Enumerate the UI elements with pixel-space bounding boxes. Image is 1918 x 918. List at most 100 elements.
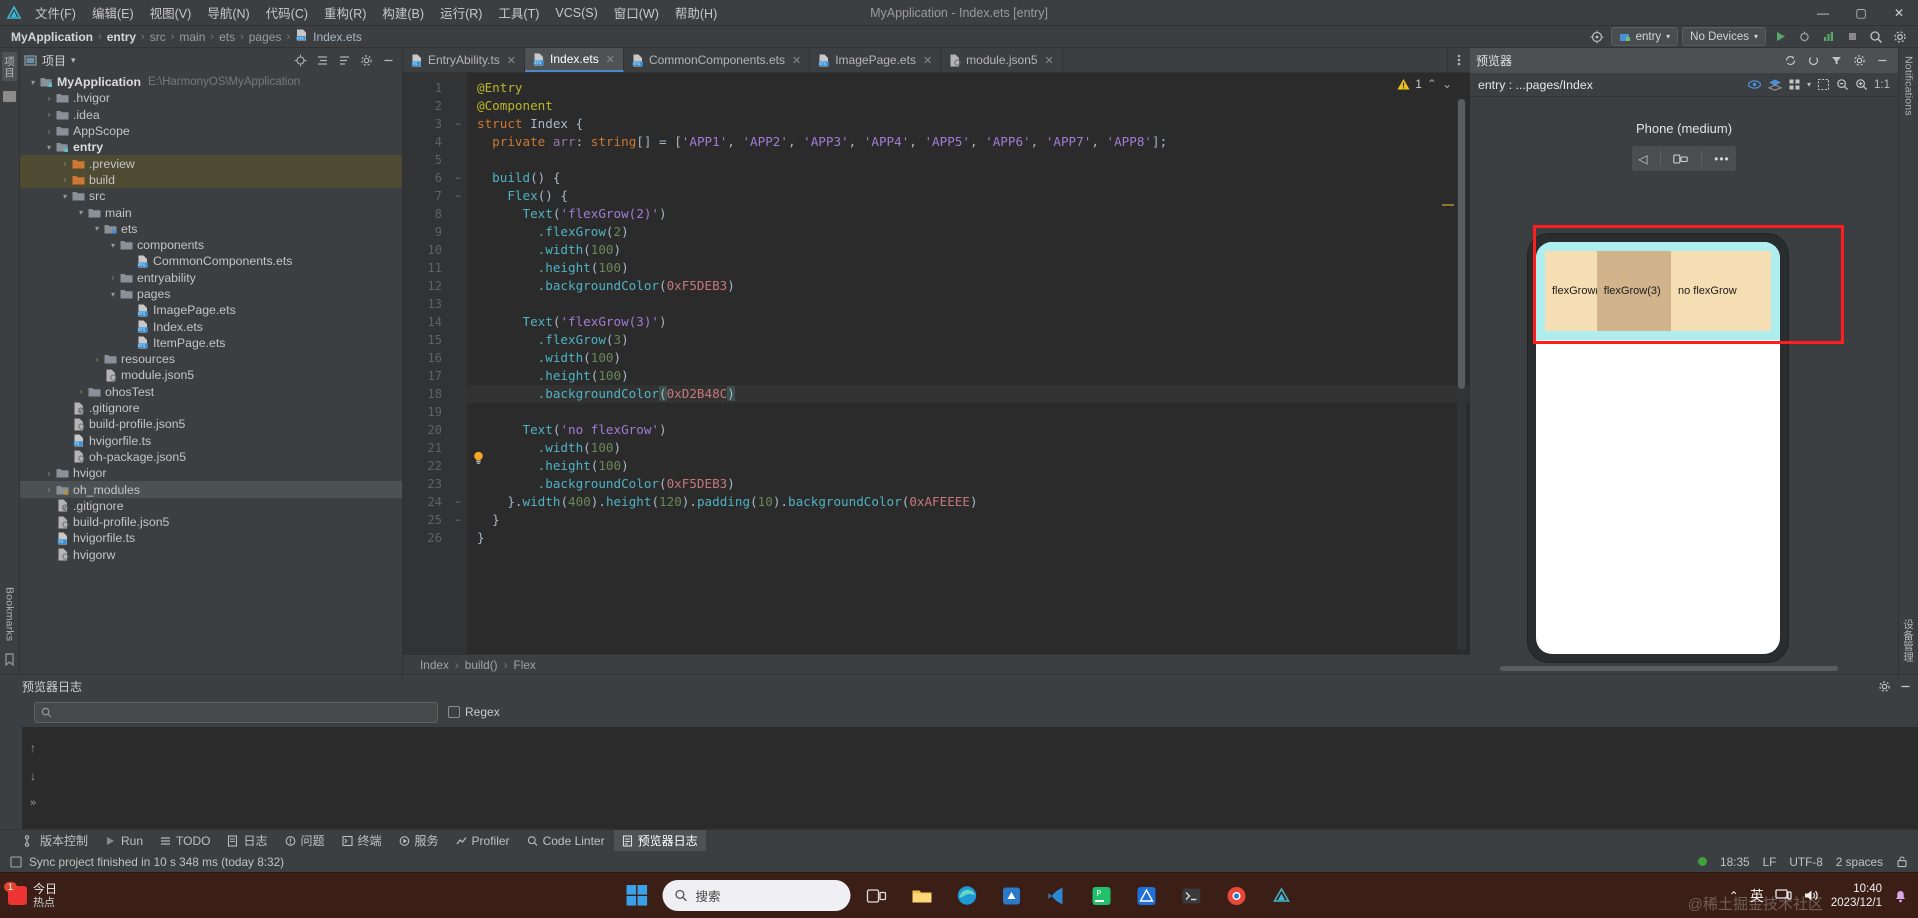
- tree-item-itempage-ets[interactable]: ›ETSItemPage.ets: [20, 335, 402, 351]
- stop-icon[interactable]: [1842, 27, 1862, 47]
- code-editor[interactable]: 1 2 3 4 5 6 7 8 9 10 11 12 13 14 15 16 17 18 19 20 21 22 23 24 2…: [403, 73, 1470, 654]
- code-line-8[interactable]: Text('flexGrow(2)'): [467, 205, 1470, 223]
- edge-icon[interactable]: [948, 877, 986, 915]
- device-selector[interactable]: No Devices ▾: [1682, 27, 1766, 46]
- close-icon[interactable]: ✕: [792, 54, 801, 67]
- prev-warning-button[interactable]: ⌃: [1427, 77, 1437, 91]
- code-line-18[interactable]: .backgroundColor(0xD2B48C): [467, 385, 1470, 403]
- zoom-level-label[interactable]: 1:1: [1874, 79, 1890, 91]
- menu-item-4[interactable]: 代码(C): [259, 0, 315, 25]
- checkbox-box[interactable]: [448, 706, 460, 718]
- hide-panel-icon[interactable]: [378, 50, 398, 70]
- breadcrumb-item-0[interactable]: MyApplication: [8, 30, 96, 44]
- editor-breadcrumb-item-2[interactable]: Flex: [511, 658, 539, 672]
- minimize-icon[interactable]: [1899, 680, 1912, 693]
- fold-toggle-icon[interactable]: −: [449, 169, 467, 187]
- windows-icon[interactable]: [618, 877, 656, 915]
- chevron-down-icon[interactable]: ▾: [71, 55, 76, 66]
- taskbar-search-box[interactable]: 搜索: [662, 880, 851, 911]
- tree-item-ohostest[interactable]: › ohosTest: [20, 384, 402, 400]
- log-search-input[interactable]: [34, 701, 438, 723]
- indent-label[interactable]: 2 spaces: [1836, 855, 1883, 869]
- taskbar-clock[interactable]: 10:40 2023/12/1: [1831, 882, 1882, 910]
- previewer-canvas[interactable]: Phone (medium) ◁ ••• flexGrow(2)flexGrow…: [1470, 97, 1898, 674]
- vscode-icon[interactable]: [1038, 877, 1076, 915]
- code-line-17[interactable]: .height(100): [467, 367, 1470, 385]
- tool-window-todo[interactable]: TODO: [152, 832, 218, 850]
- tree-item-build-profile-json5[interactable]: ›build-profile.json5: [20, 514, 402, 530]
- back-button[interactable]: ◁: [1638, 152, 1647, 166]
- preview-flex-item-2[interactable]: no flexGrow: [1671, 251, 1771, 331]
- tool-window-run[interactable]: Run: [97, 832, 151, 850]
- chevron-right-icon[interactable]: »: [30, 797, 36, 809]
- rotate-icon[interactable]: [1673, 153, 1689, 165]
- window-controls[interactable]: — ▢ ✕: [1804, 0, 1918, 26]
- project-panel-title[interactable]: 项目 ▾: [24, 52, 76, 69]
- code-line-23[interactable]: .backgroundColor(0xF5DEB3): [467, 475, 1470, 493]
- menu-item-6[interactable]: 构建(B): [375, 0, 431, 25]
- chevron-right-icon[interactable]: ›: [43, 127, 55, 136]
- chevron-down-icon[interactable]: ▾: [107, 290, 119, 299]
- menu-item-2[interactable]: 视图(V): [143, 0, 199, 25]
- code-line-14[interactable]: Text('flexGrow(3)'): [467, 313, 1470, 331]
- breadcrumb-item-5[interactable]: pages: [246, 30, 285, 44]
- code-line-12[interactable]: .backgroundColor(0xF5DEB3): [467, 277, 1470, 295]
- chevron-down-icon[interactable]: ▾: [91, 224, 103, 233]
- editor-warning-indicator[interactable]: 1 ⌃ ⌄: [1397, 77, 1452, 91]
- breadcrumb-item-1[interactable]: entry: [104, 30, 139, 44]
- tree-item-oh-package-json5[interactable]: ›oh-package.json5: [20, 449, 402, 465]
- tree-item-components[interactable]: ▾ components: [20, 237, 402, 253]
- tool-window-----[interactable]: 版本控制: [16, 830, 96, 851]
- tree-item-src[interactable]: ▾ src: [20, 188, 402, 204]
- breadcrumb-item-4[interactable]: ets: [216, 30, 238, 44]
- terminal-icon[interactable]: [1173, 877, 1211, 915]
- refresh-icon[interactable]: [1803, 51, 1823, 71]
- preview-flex-item-0[interactable]: flexGrow(2): [1545, 251, 1597, 331]
- tree-item-pages[interactable]: ▾ pages: [20, 286, 402, 302]
- status-time[interactable]: 18:35: [1720, 855, 1750, 869]
- breadcrumb-item-2[interactable]: src: [147, 30, 169, 44]
- tree-item-imagepage-ets[interactable]: ›ETSImagePage.ets: [20, 302, 402, 318]
- minimize-button[interactable]: —: [1804, 0, 1842, 26]
- sync-icon[interactable]: [1780, 51, 1800, 71]
- tool-window---[interactable]: 问题: [277, 830, 333, 851]
- menu-item-0[interactable]: 文件(F): [28, 0, 83, 25]
- run-config-selector[interactable]: entry ▾: [1610, 27, 1679, 46]
- tree-item--hvigor[interactable]: › .hvigor: [20, 90, 402, 106]
- rail-item-notifications[interactable]: Notifications: [1903, 52, 1915, 120]
- collapse-icon[interactable]: [312, 50, 332, 70]
- code-line-21[interactable]: .width(100): [467, 439, 1470, 457]
- minimize-panel-icon[interactable]: [1872, 51, 1892, 71]
- select-icon[interactable]: [1817, 78, 1830, 91]
- code-line-5[interactable]: [467, 151, 1470, 169]
- tree-item-hvigorfile-ts[interactable]: ›TShvigorfile.ts: [20, 433, 402, 449]
- chevron-right-icon[interactable]: ›: [43, 110, 55, 119]
- chevron-down-icon[interactable]: ▾: [1754, 32, 1758, 41]
- menu-item-10[interactable]: 窗口(W): [607, 0, 666, 25]
- code-line-22[interactable]: .height(100): [467, 457, 1470, 475]
- menu-item-8[interactable]: 工具(T): [491, 0, 546, 25]
- chevron-down-icon[interactable]: ▾: [27, 78, 39, 87]
- tree-item-entryability[interactable]: › entryability: [20, 270, 402, 286]
- chevron-down-icon[interactable]: ▾: [107, 241, 119, 250]
- menu-bar[interactable]: 文件(F) 编辑(E) 视图(V) 导航(N) 代码(C) 重构(R) 构建(B) 运行(R)…: [28, 0, 724, 25]
- tree-item--preview[interactable]: › .preview: [20, 155, 402, 172]
- unlock-icon[interactable]: [1896, 855, 1908, 868]
- code-line-9[interactable]: .flexGrow(2): [467, 223, 1470, 241]
- code-line-26[interactable]: }: [467, 529, 1470, 547]
- maximize-button[interactable]: ▢: [1842, 0, 1880, 26]
- preview-flex-item-1[interactable]: flexGrow(3): [1596, 251, 1671, 331]
- scrollbar-thumb[interactable]: [1458, 99, 1465, 389]
- rail-item-bookmarks[interactable]: Bookmarks: [4, 583, 16, 645]
- editor-tab-module-json5[interactable]: module.json5 ✕: [941, 48, 1063, 72]
- tool-window-profiler[interactable]: Profiler: [448, 832, 518, 850]
- chevron-down-icon[interactable]: ▾: [75, 208, 87, 217]
- chevron-down-icon[interactable]: ▾: [1807, 80, 1811, 89]
- store-icon[interactable]: [993, 877, 1031, 915]
- tool-window-code-linter[interactable]: Code Linter: [519, 832, 613, 850]
- tree-item-commoncomponents-ets[interactable]: ›ETSCommonComponents.ets: [20, 253, 402, 269]
- target-icon[interactable]: [1587, 27, 1607, 47]
- chevron-right-icon[interactable]: ›: [91, 355, 103, 364]
- deveco-icon[interactable]: [1128, 877, 1166, 915]
- editor-breadcrumb-item-1[interactable]: build(): [462, 658, 501, 672]
